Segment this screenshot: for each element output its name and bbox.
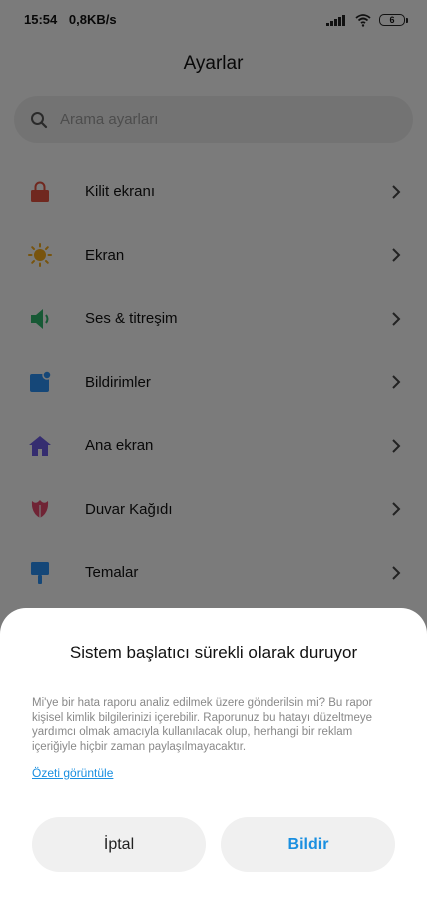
report-button[interactable]: Bildir xyxy=(221,817,395,872)
crash-report-dialog: Sistem başlatıcı sürekli olarak duruyor … xyxy=(0,608,427,900)
cancel-button[interactable]: İptal xyxy=(32,817,206,872)
dialog-message: Mi'ye bir hata raporu analiz edilmek üze… xyxy=(32,697,373,753)
dialog-title: Sistem başlatıcı sürekli olarak duruyor xyxy=(69,643,358,662)
view-summary-link[interactable]: Özeti görüntüle xyxy=(32,766,113,780)
